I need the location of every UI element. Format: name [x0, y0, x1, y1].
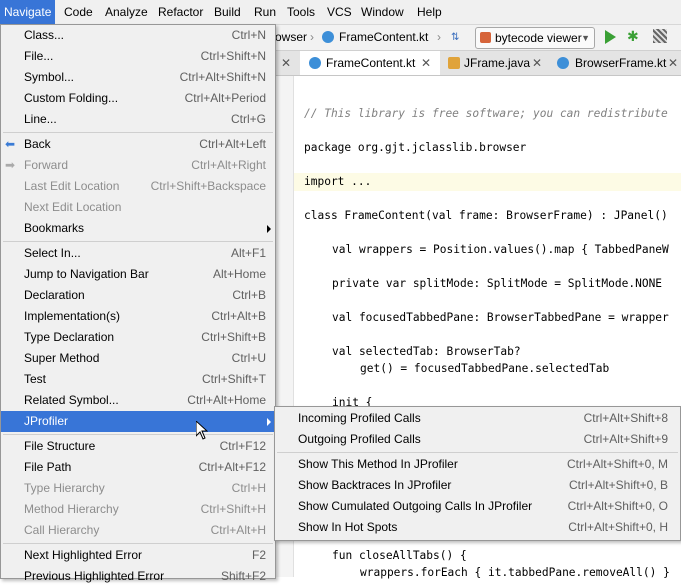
- menu-item-method-hierarchy[interactable]: Method Hierarchy Ctrl+Shift+H: [1, 499, 275, 520]
- submenu-arrow-icon: [267, 225, 271, 233]
- chevron-right-icon: ›: [310, 30, 314, 44]
- run-config-combo[interactable]: bytecode viewer ▼: [475, 27, 595, 49]
- code-line: // This library is free software; you ca…: [304, 107, 668, 120]
- tab-label: FrameContent.kt: [326, 56, 416, 70]
- breadcrumb-file[interactable]: FrameContent.kt: [339, 25, 428, 50]
- code-line: private var splitMode: SplitMode = Split…: [332, 277, 663, 290]
- menu-separator: [3, 241, 273, 242]
- close-icon[interactable]: ✕: [668, 51, 678, 75]
- debug-icon[interactable]: ✱: [627, 28, 639, 45]
- tab-browserframe[interactable]: BrowserFrame.kt ✕: [551, 51, 681, 75]
- menu-item-line[interactable]: Line... Ctrl+G: [1, 109, 275, 130]
- menu-window[interactable]: Window: [357, 0, 408, 24]
- menu-item-declaration[interactable]: Declaration Ctrl+B: [1, 285, 275, 306]
- menu-item-show-cumulated[interactable]: Show Cumulated Outgoing Calls In JProfil…: [275, 496, 680, 517]
- menu-item-call-hierarchy[interactable]: Call Hierarchy Ctrl+Alt+H: [1, 520, 275, 541]
- sort-icon[interactable]: ⇅: [451, 25, 459, 50]
- menu-item-select-in[interactable]: Select In... Alt+F1: [1, 243, 275, 264]
- menu-item-outgoing-calls[interactable]: Outgoing Profiled Calls Ctrl+Alt+Shift+9: [275, 429, 680, 450]
- menu-item-next-error[interactable]: Next Highlighted Error F2: [1, 545, 275, 566]
- close-icon[interactable]: ✕: [421, 51, 431, 75]
- menu-vcs[interactable]: VCS: [323, 0, 356, 24]
- code-line: class FrameContent(val frame: BrowserFra…: [304, 209, 668, 222]
- close-icon[interactable]: ✕: [532, 51, 542, 75]
- menu-item-jump-nav-bar[interactable]: Jump to Navigation Bar Alt+Home: [1, 264, 275, 285]
- editor-tabs: ✕ FrameContent.kt ✕ JFrame.java ✕ Browse…: [275, 51, 681, 76]
- tab-label: JFrame.java: [464, 56, 531, 70]
- menu-item-show-hot-spots[interactable]: Show In Hot Spots Ctrl+Alt+Shift+0, H: [275, 517, 680, 538]
- code-line: val focusedTabbedPane: BrowserTabbedPane…: [332, 311, 669, 324]
- config-icon: [480, 32, 491, 43]
- menu-item-implementations[interactable]: Implementation(s) Ctrl+Alt+B: [1, 306, 275, 327]
- menu-build[interactable]: Build: [210, 0, 245, 24]
- breadcrumb-prev[interactable]: owser: [275, 25, 307, 50]
- code-line: val selectedTab: BrowserTab?: [332, 345, 521, 358]
- menu-item-custom-folding[interactable]: Custom Folding... Ctrl+Alt+Period: [1, 88, 275, 109]
- menu-code[interactable]: Code: [60, 0, 97, 24]
- menu-bar: Navigate Code Analyze Refactor Build Run…: [0, 0, 681, 25]
- code-line: val wrappers = Position.values().map { T…: [332, 243, 669, 256]
- forward-arrow-icon: ➡: [5, 158, 16, 172]
- menu-help[interactable]: Help: [413, 0, 446, 24]
- menu-item-file-structure[interactable]: File Structure Ctrl+F12: [1, 436, 275, 457]
- menu-item-incoming-calls[interactable]: Incoming Profiled Calls Ctrl+Alt+Shift+8: [275, 408, 680, 429]
- tab-framecontent[interactable]: FrameContent.kt ✕: [300, 51, 440, 75]
- tab-jframe[interactable]: JFrame.java ✕: [443, 51, 548, 75]
- menu-item-type-declaration[interactable]: Type Declaration Ctrl+Shift+B: [1, 327, 275, 348]
- kotlin-file-icon: [309, 57, 321, 69]
- navigate-menu: Class... Ctrl+N File... Ctrl+Shift+N Symbo…: [0, 24, 276, 583]
- menu-item-file-path[interactable]: File Path Ctrl+Alt+F12: [1, 457, 275, 478]
- java-file-icon: [448, 57, 460, 69]
- menu-item-forward[interactable]: ➡ Forward Ctrl+Alt+Right: [1, 155, 275, 176]
- code-line: get() = focusedTabbedPane.selectedTab: [360, 362, 610, 375]
- back-arrow-icon: ⬅: [5, 137, 16, 151]
- code-line: import ...: [304, 175, 372, 188]
- code-line: fun closeAllTabs() {: [332, 549, 467, 562]
- code-line: wrappers.forEach { it.tabbedPane.removeA…: [360, 566, 670, 579]
- menu-separator: [3, 434, 273, 435]
- menu-item-test[interactable]: Test Ctrl+Shift+T: [1, 369, 275, 390]
- coverage-icon[interactable]: [653, 29, 667, 43]
- menu-item-next-edit[interactable]: Next Edit Location: [1, 197, 275, 218]
- menu-analyze[interactable]: Analyze: [101, 0, 152, 24]
- menu-item-show-method[interactable]: Show This Method In JProfiler Ctrl+Alt+Sh…: [275, 454, 680, 475]
- menu-item-class[interactable]: Class... Ctrl+N: [1, 25, 275, 46]
- run-icon[interactable]: [605, 30, 616, 44]
- menu-item-show-backtraces[interactable]: Show Backtraces In JProfiler Ctrl+Alt+Shi…: [275, 475, 680, 496]
- kotlin-file-icon: [557, 57, 569, 69]
- menu-tools[interactable]: Tools: [283, 0, 319, 24]
- close-icon[interactable]: ✕: [281, 51, 291, 75]
- kotlin-file-icon: [322, 31, 334, 43]
- menu-item-related-symbol[interactable]: Related Symbol... Ctrl+Alt+Home: [1, 390, 275, 411]
- menu-separator: [3, 543, 273, 544]
- navigation-bar: owser › FrameContent.kt › ⇅ bytecode vie…: [275, 25, 681, 51]
- menu-item-type-hierarchy[interactable]: Type Hierarchy Ctrl+H: [1, 478, 275, 499]
- menu-item-last-edit[interactable]: Last Edit Location Ctrl+Shift+Backspace: [1, 176, 275, 197]
- submenu-arrow-icon: [267, 418, 271, 426]
- chevron-right-icon: ›: [437, 30, 441, 44]
- menu-item-bookmarks[interactable]: Bookmarks: [1, 218, 275, 239]
- menu-separator: [277, 452, 678, 453]
- mouse-cursor-icon: [196, 421, 208, 440]
- menu-navigate[interactable]: Navigate: [0, 0, 56, 24]
- jprofiler-submenu: Incoming Profiled Calls Ctrl+Alt+Shift+8 …: [274, 406, 681, 541]
- menu-item-super-method[interactable]: Super Method Ctrl+U: [1, 348, 275, 369]
- tab-label: BrowserFrame.kt: [575, 56, 667, 70]
- code-line: package org.gjt.jclasslib.browser: [304, 141, 527, 154]
- menu-run[interactable]: Run: [250, 0, 280, 24]
- menu-refactor[interactable]: Refactor: [154, 0, 207, 24]
- menu-item-symbol[interactable]: Symbol... Ctrl+Alt+Shift+N: [1, 67, 275, 88]
- chevron-down-icon: ▼: [581, 33, 590, 43]
- run-config-label: bytecode viewer: [495, 31, 582, 45]
- menu-item-back[interactable]: ⬅ Back Ctrl+Alt+Left: [1, 134, 275, 155]
- menu-item-file[interactable]: File... Ctrl+Shift+N: [1, 46, 275, 67]
- menu-separator: [3, 132, 273, 133]
- menu-item-jprofiler[interactable]: JProfiler: [1, 411, 275, 432]
